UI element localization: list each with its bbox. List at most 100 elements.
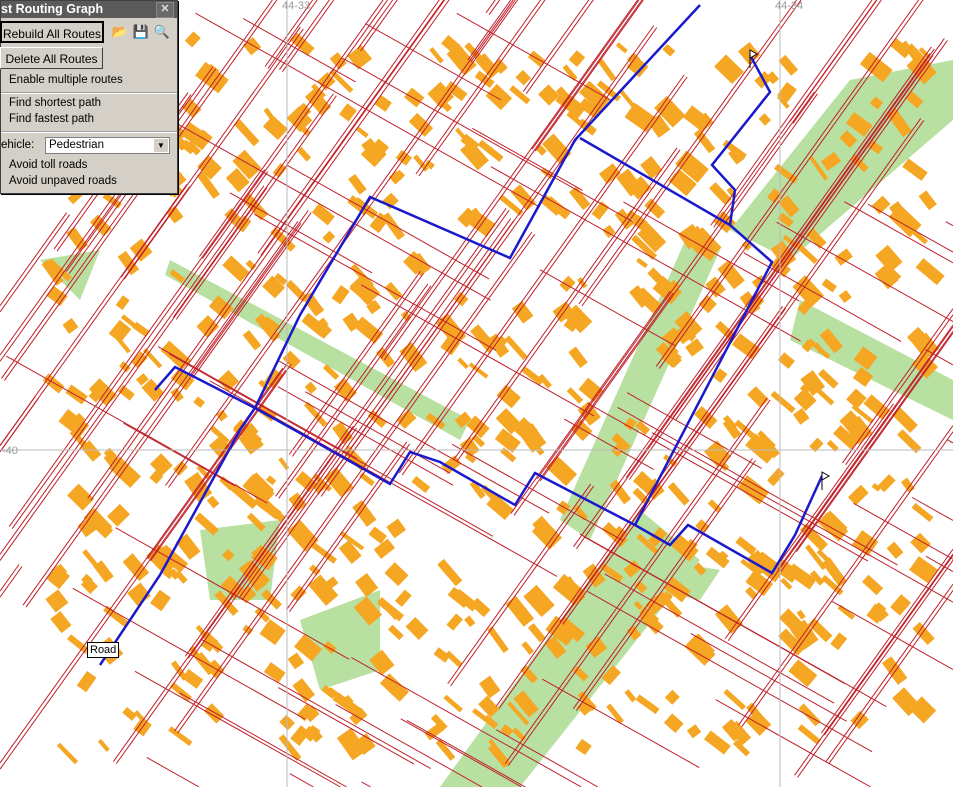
building [664,689,680,705]
chevron-down-icon[interactable]: ▼ [154,139,168,152]
building [667,482,690,506]
building [405,616,429,640]
building [287,652,305,670]
building [910,532,931,554]
building [758,113,772,126]
building [830,632,848,651]
building [387,624,404,641]
building [915,258,945,286]
flag-icon [821,471,831,481]
building [368,526,388,544]
building [195,624,208,638]
building [443,694,463,713]
building [150,589,171,612]
building [206,495,220,509]
find-fastest-path-radio[interactable]: Find fastest path [9,113,94,125]
road [488,0,501,16]
building [875,244,903,273]
building [384,562,409,587]
building [278,457,290,471]
building [181,669,204,689]
building [107,503,130,527]
building [509,85,531,105]
divider [1,92,177,94]
building [464,615,476,628]
building [411,475,431,493]
building [193,396,205,408]
building [322,230,336,244]
road [0,185,265,555]
building [902,158,928,181]
save-icon[interactable]: 💾 [131,22,151,42]
building [817,389,835,406]
road [504,397,768,765]
building [797,724,821,745]
road [867,203,953,253]
road [945,221,953,227]
building [635,694,660,715]
building [568,346,588,368]
panel-title: st Routing Graph [1,2,104,16]
building [160,340,192,370]
building [65,384,88,405]
vehicle-select[interactable]: Pedestrian ▼ [45,137,170,154]
avoid-toll-roads-checkbox[interactable]: Avoid toll roads [9,159,87,171]
building [504,335,528,361]
building [374,94,392,112]
building [45,589,69,613]
rebuild-all-routes-button[interactable]: Rebuild All Routes [0,21,104,43]
building [767,467,785,487]
panel-titlebar[interactable]: st Routing Graph ✕ [1,1,177,18]
enable-multiple-routes-checkbox[interactable]: Enable multiple routes [9,74,123,86]
building [798,703,821,727]
building [56,742,79,765]
building [336,727,367,761]
vehicle-label: ehicle: [1,139,35,151]
building [568,50,586,67]
road [146,757,200,787]
building [242,37,262,56]
close-button[interactable]: ✕ [156,2,174,18]
building [685,338,704,357]
building [433,647,451,663]
avoid-unpaved-roads-checkbox[interactable]: Avoid unpaved roads [9,175,117,187]
building [521,641,535,655]
building [735,536,757,556]
building [437,558,463,587]
delete-all-routes-button[interactable]: Delete All Routes [0,47,103,69]
road [485,0,496,14]
building [511,300,534,324]
open-folder-icon[interactable]: 📂 [110,22,130,42]
park-area [730,60,953,260]
building [403,87,425,108]
building [242,329,262,351]
road [357,0,394,50]
building [67,483,95,511]
building [703,730,731,755]
building [478,675,501,699]
building [348,173,367,195]
road [946,439,953,444]
building [331,285,350,305]
building [263,662,286,683]
building [527,623,546,643]
building [103,605,129,628]
road [195,12,540,208]
building [847,484,869,506]
road-tooltip: Road [87,642,120,658]
road [0,397,40,453]
road [522,0,590,92]
road [0,395,37,447]
find-shortest-path-radio[interactable]: Find shortest path [9,97,101,109]
building [311,203,335,226]
road [690,632,847,722]
building [709,182,732,206]
building [184,31,201,48]
building [821,278,837,293]
building [662,43,676,57]
building [384,281,403,301]
search-icon[interactable]: 🔍 [152,22,172,42]
building [233,119,260,147]
road [525,0,594,94]
building [169,682,192,702]
